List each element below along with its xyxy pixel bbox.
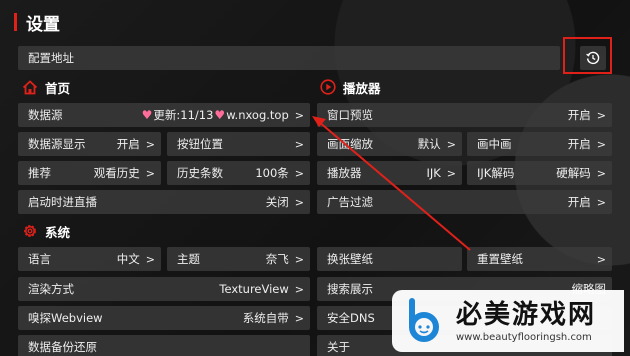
section-player-header: 播放器 (320, 77, 381, 97)
section-player-title: 播放器 (343, 80, 381, 96)
config-address-label: 配置地址 (28, 51, 74, 65)
history-button[interactable] (580, 46, 606, 70)
pip-label: 画中画 (477, 137, 512, 151)
pip-value: 开启 (567, 137, 591, 151)
datasource-display-value: 开启 (116, 137, 140, 151)
recommend-value: 观看历史 (93, 166, 140, 180)
language-row[interactable]: 语言 中文 > (18, 247, 161, 271)
wallpaper-reset-label: 重置壁纸 (477, 252, 523, 266)
player-type-label: 播放器 (327, 166, 362, 180)
render-value: TextureView (219, 282, 289, 296)
history-count-value: 100条 (255, 166, 289, 180)
home-icon (22, 79, 38, 94)
wallpaper-reset-row[interactable]: 重置壁纸 > (467, 247, 612, 271)
chevron-right-icon: > (596, 252, 606, 266)
datasource-update: 更新:11/13 (153, 108, 214, 122)
render-label: 渲染方式 (28, 282, 74, 296)
chevron-right-icon: > (596, 195, 606, 209)
window-preview-row[interactable]: 窗口预览 开启 > (317, 103, 612, 127)
heart-icon: ♥ (214, 108, 226, 122)
section-home-header: 首页 (22, 77, 70, 97)
chevron-right-icon: > (294, 311, 304, 325)
about-label: 关于 (327, 340, 350, 354)
player-type-value: IJK (426, 166, 441, 180)
chevron-right-icon: > (294, 282, 304, 296)
heart-icon: ♥ (141, 108, 153, 122)
chevron-right-icon: > (145, 252, 155, 266)
chevron-right-icon: > (596, 166, 606, 180)
watermark-url: www.beautyflooringsh.com (456, 331, 592, 343)
language-label: 语言 (28, 252, 51, 266)
button-position-label: 按钮位置 (177, 137, 223, 151)
theme-label: 主题 (177, 252, 200, 266)
datasource-row[interactable]: 数据源 ♥ 更新:11/13 ♥ w.nxog.top > (18, 103, 310, 127)
render-row[interactable]: 渲染方式 TextureView > (18, 277, 310, 301)
window-preview-value: 开启 (567, 108, 591, 122)
scale-value: 默认 (417, 137, 441, 151)
wallpaper-change-label: 换张壁纸 (327, 252, 373, 266)
chevron-right-icon: > (446, 166, 456, 180)
ad-filter-label: 广告过滤 (327, 195, 373, 209)
pip-row[interactable]: 画中画 开启 > (467, 132, 612, 156)
chevron-right-icon: > (596, 108, 606, 122)
search-display-label: 搜索展示 (327, 282, 373, 296)
recommend-label: 推荐 (28, 166, 51, 180)
history-clock-icon (586, 51, 600, 65)
section-system-title: 系统 (45, 224, 71, 240)
chevron-right-icon: > (145, 166, 155, 180)
datasource-url: w.nxog.top (226, 108, 289, 122)
ijk-decode-row[interactable]: IJK解码 硬解码 > (467, 161, 612, 185)
datasource-value: ♥ 更新:11/13 ♥ w.nxog.top > (141, 107, 304, 123)
chevron-right-icon: > (294, 108, 304, 122)
watermark-badge: 必美游戏网 www.beautyflooringsh.com (392, 290, 624, 352)
page-title: 设置 (26, 14, 60, 35)
datasource-display-row[interactable]: 数据源显示 开启 > (18, 132, 161, 156)
chevron-right-icon: > (294, 166, 304, 180)
chevron-right-icon: > (294, 137, 304, 151)
scale-row[interactable]: 画面缩放 默认 > (317, 132, 462, 156)
wallpaper-change-row[interactable]: 换张壁纸 (317, 247, 462, 271)
b-logo-icon (409, 298, 439, 342)
chevron-right-icon: > (446, 137, 456, 151)
secure-dns-label: 安全DNS (327, 311, 375, 325)
history-count-label: 历史条数 (177, 166, 223, 180)
button-position-row[interactable]: 按钮位置 > (167, 132, 310, 156)
scale-label: 画面缩放 (327, 137, 373, 151)
theme-row[interactable]: 主题 奈飞 > (167, 247, 310, 271)
recommend-row[interactable]: 推荐 观看历史 > (18, 161, 161, 185)
webview-value: 系统自带 (242, 311, 289, 325)
theme-value: 奈飞 (265, 252, 289, 266)
datasource-label: 数据源 (28, 108, 63, 122)
play-circle-icon (320, 79, 336, 95)
live-on-start-value: 关闭 (265, 195, 289, 209)
language-value: 中文 (116, 252, 140, 266)
title-accent-bar (14, 13, 17, 31)
live-on-start-label: 启动时进直播 (28, 195, 97, 209)
datasource-display-label: 数据源显示 (28, 137, 86, 151)
webview-row[interactable]: 嗅探Webview 系统自带 > (18, 306, 310, 330)
ijk-decode-value: 硬解码 (556, 166, 591, 180)
player-type-row[interactable]: 播放器 IJK > (317, 161, 462, 185)
gear-icon (24, 225, 36, 237)
ad-filter-value: 开启 (567, 195, 591, 209)
config-address-row[interactable]: 配置地址 (18, 46, 560, 70)
webview-label: 嗅探Webview (28, 311, 103, 325)
chevron-right-icon: > (596, 137, 606, 151)
chevron-right-icon: > (294, 252, 304, 266)
ijk-decode-label: IJK解码 (477, 166, 515, 180)
backup-row[interactable]: 数据备份还原 (18, 335, 310, 356)
ad-filter-row[interactable]: 广告过滤 开启 > (317, 190, 612, 214)
section-home-title: 首页 (45, 80, 71, 96)
live-on-start-row[interactable]: 启动时进直播 关闭 > (18, 190, 310, 214)
window-preview-label: 窗口预览 (327, 108, 373, 122)
page-header: 设置 (14, 10, 60, 35)
chevron-right-icon: > (145, 137, 155, 151)
history-count-row[interactable]: 历史条数 100条 > (167, 161, 310, 185)
backup-label: 数据备份还原 (28, 340, 97, 354)
watermark-title: 必美游戏网 (456, 299, 597, 330)
section-system-header: 系统 (22, 221, 70, 241)
chevron-right-icon: > (294, 195, 304, 209)
